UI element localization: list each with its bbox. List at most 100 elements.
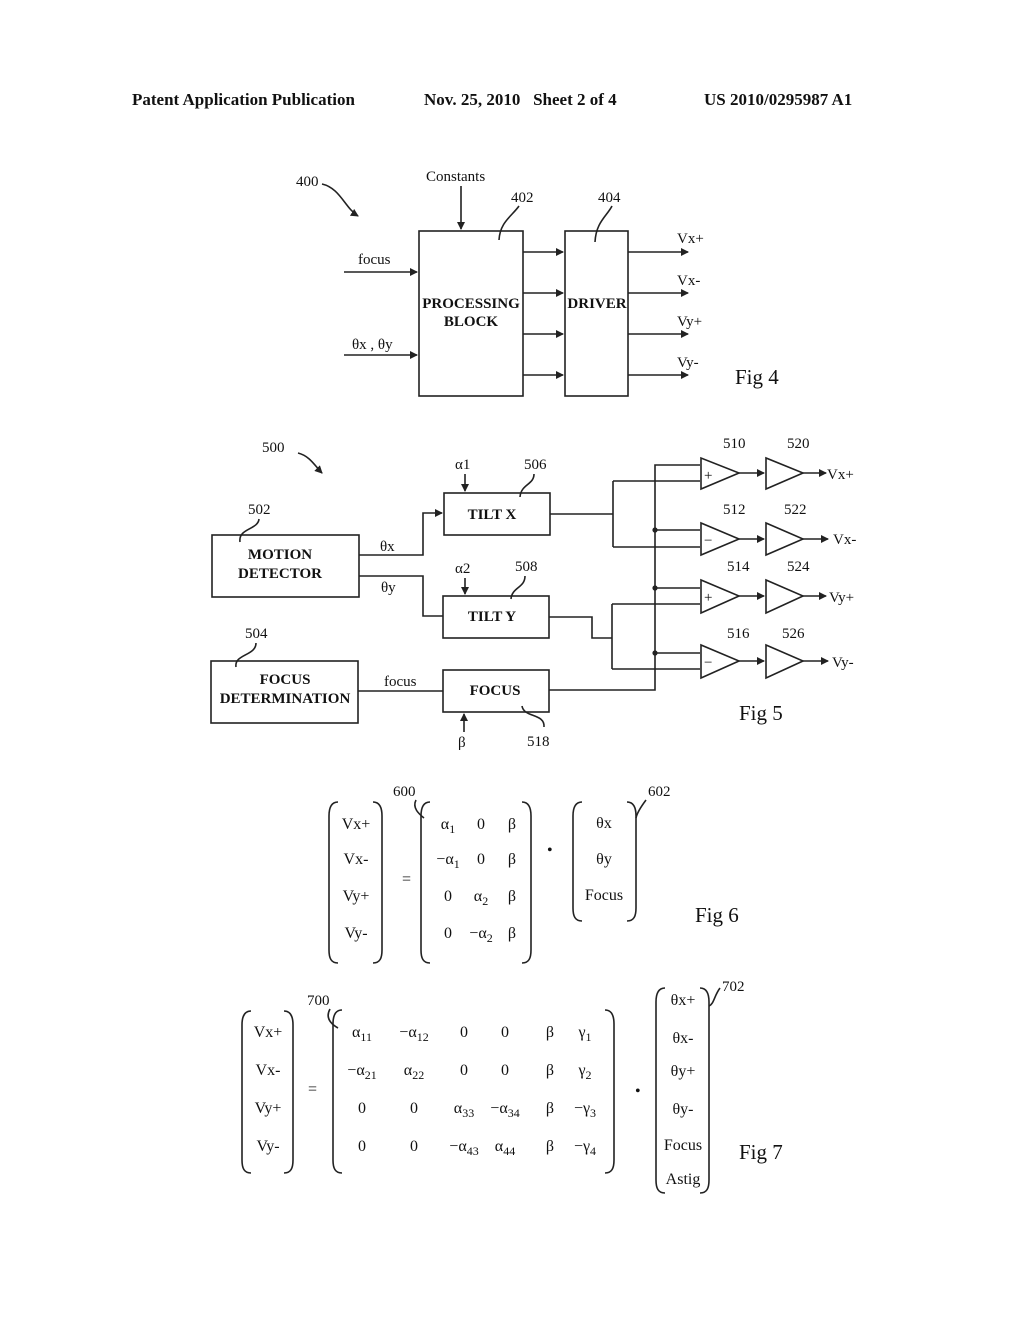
fig4-output-vx-plus: Vx+: [677, 231, 704, 247]
junction-dot: [652, 585, 658, 591]
fig7-dot: •: [635, 1083, 641, 1100]
amplifier-526-ref: 526: [782, 626, 805, 642]
amplifier-520: [765, 456, 806, 491]
driver-block-label: DRIVER: [567, 296, 626, 312]
fig5-ref-arrow: [297, 452, 323, 474]
fig7-matrix-cell: −γ3: [574, 1100, 596, 1120]
stage-row-2: − 512 522 Vx-: [700, 502, 856, 557]
summer-512-sign: −: [704, 533, 712, 549]
fig7-matrix-bracket-right: [604, 1009, 615, 1174]
fig7-matrix-cell: β: [546, 1138, 554, 1155]
fig6-matrix-cell: β: [508, 816, 516, 833]
fig4-output-vx-minus: Vx-: [677, 273, 700, 289]
summer-510-ref: 510: [723, 436, 746, 452]
fig7-matrix-cell: −α43: [449, 1138, 478, 1158]
amplifier-524-ref: 524: [787, 559, 810, 575]
fig7-matrix-ref: 700: [307, 993, 330, 1009]
fig6-matrix-bracket-left: [420, 801, 431, 964]
amplifier-526: [765, 643, 805, 680]
fig6-lhs-bracket-right: [372, 801, 383, 964]
amplifier-522: [765, 521, 806, 557]
summer-516-ref: 516: [727, 626, 750, 642]
motion-detector-label-1: MOTION: [248, 547, 312, 563]
tilt-y-param: α2: [455, 561, 470, 577]
theta-x-line: [359, 509, 443, 556]
fig6: = 600 • 602 Fig 6 Vx+ Vx- Vy+ Vy-α1 0 β −α1 0 β 0…: [328, 784, 739, 964]
fig7-matrix-cell: 0: [358, 1100, 366, 1117]
fig7-matrix-cell: 0: [410, 1100, 418, 1117]
fig7-matrix-cell: 0: [501, 1062, 509, 1079]
fig6-caption: Fig 6: [695, 903, 739, 927]
fig6-vector-ref: 602: [648, 784, 671, 800]
tilt-x-param: α1: [455, 457, 470, 473]
tilt-x-label: TILT X: [468, 507, 517, 523]
fig7-matrix-cell: −α12: [399, 1024, 428, 1044]
fig7: = 700 • 702 Fig 7 Vx+ Vx- Vy+ Vy-α11 −α12 0 0 β…: [241, 979, 783, 1194]
fig7-matrix-cell: γ1: [577, 1024, 591, 1044]
processing-block-label-1: PROCESSING: [422, 296, 520, 312]
fig7-matrix-cell: β: [546, 1062, 554, 1079]
fig6-vector-entry: θy: [596, 851, 612, 868]
fig5-output-vx-minus: Vx-: [833, 532, 856, 548]
fig6-lhs-entry: Vx-: [344, 851, 369, 868]
amplifier-522-ref: 522: [784, 502, 807, 518]
fig6-matrix-cell: β: [508, 925, 516, 942]
theta-y-line: [359, 575, 443, 617]
fig6-matrix-cell: α1: [441, 816, 455, 836]
fig7-matrix-cell: 0: [460, 1024, 468, 1041]
stage-row-4: − 516 526 Vy-: [700, 626, 854, 680]
fig5-output-vx-plus: Vx+: [827, 467, 854, 483]
fig6-vector-leader: [635, 799, 647, 819]
fig7-matrix-cell: β: [546, 1100, 554, 1117]
fig5-ref: 500: [262, 440, 285, 456]
fig5-caption: Fig 5: [739, 701, 783, 725]
fig7-matrix-cell: α33: [454, 1100, 474, 1120]
fig4-output-vy-plus: Vy+: [677, 314, 702, 330]
tilt-y-ref: 508: [515, 559, 538, 575]
processing-block-ref: 402: [511, 190, 534, 206]
summer-516-sign: −: [704, 655, 712, 671]
focus-bus: [549, 464, 700, 691]
fig7-matrix-bracket-left: [332, 1009, 343, 1174]
fig7-matrix-cell: γ2: [577, 1062, 591, 1082]
fig7-matrix-cell: −γ4: [574, 1138, 596, 1158]
fig4-caption: Fig 4: [735, 365, 779, 389]
fig6-matrix-cell: −α2: [469, 925, 492, 945]
fig7-vector-entry: θx-: [673, 1030, 694, 1047]
fig7-vector-ref: 702: [722, 979, 745, 995]
summer-514-ref: 514: [727, 559, 750, 575]
junction-dot: [652, 650, 658, 656]
fig7-lhs-bracket-left: [241, 1010, 252, 1174]
fig7-lhs-entry: Vx+: [254, 1024, 283, 1041]
fig4-input-theta: θx , θy: [352, 337, 393, 353]
fig6-matrix-cell: 0: [444, 925, 452, 942]
stage-row-1: + 510 520 Vx+: [700, 436, 854, 491]
processing-block-label-2: BLOCK: [444, 314, 499, 330]
fig6-matrix-cell: −α1: [436, 851, 459, 871]
fig7-matrix-cell: β: [546, 1024, 554, 1041]
fig4-input-focus: focus: [358, 252, 391, 268]
fig7-matrix-cell: α44: [495, 1138, 515, 1158]
fig7-caption: Fig 7: [739, 1140, 783, 1164]
fig6-matrix-bracket-right: [521, 801, 532, 964]
fig7-matrix-cell: −α34: [490, 1100, 519, 1120]
motion-detector-ref: 502: [248, 502, 271, 518]
fig7-matrix-cell: α11: [352, 1024, 372, 1044]
fig6-matrix-leader: [414, 799, 425, 819]
fig6-matrix-cell: β: [508, 888, 516, 905]
fig7-matrix-cell: 0: [501, 1024, 509, 1041]
fig6-matrix-ref: 600: [393, 784, 416, 800]
fig6-matrix-cell: 0: [477, 816, 485, 833]
fig4-ref-arrow: [321, 183, 359, 217]
fig6-vector-entry: θx: [596, 815, 612, 832]
tilt-x-ref: 506: [524, 457, 547, 473]
fig4: 400 Constants PROCESSING BLOCK 402 DRIVE…: [296, 169, 779, 397]
fig7-lhs-entry: Vy+: [255, 1100, 282, 1117]
driver-block-ref: 404: [598, 190, 621, 206]
fig5-output-vy-minus: Vy-: [832, 655, 854, 671]
fig7-matrix-cell: α22: [404, 1062, 424, 1082]
driver-block: [564, 230, 629, 397]
drawing-sheet: 400 Constants PROCESSING BLOCK 402 DRIVE…: [210, 169, 856, 1194]
fig6-equals: =: [402, 871, 411, 888]
fig4-constants-label: Constants: [426, 169, 485, 185]
